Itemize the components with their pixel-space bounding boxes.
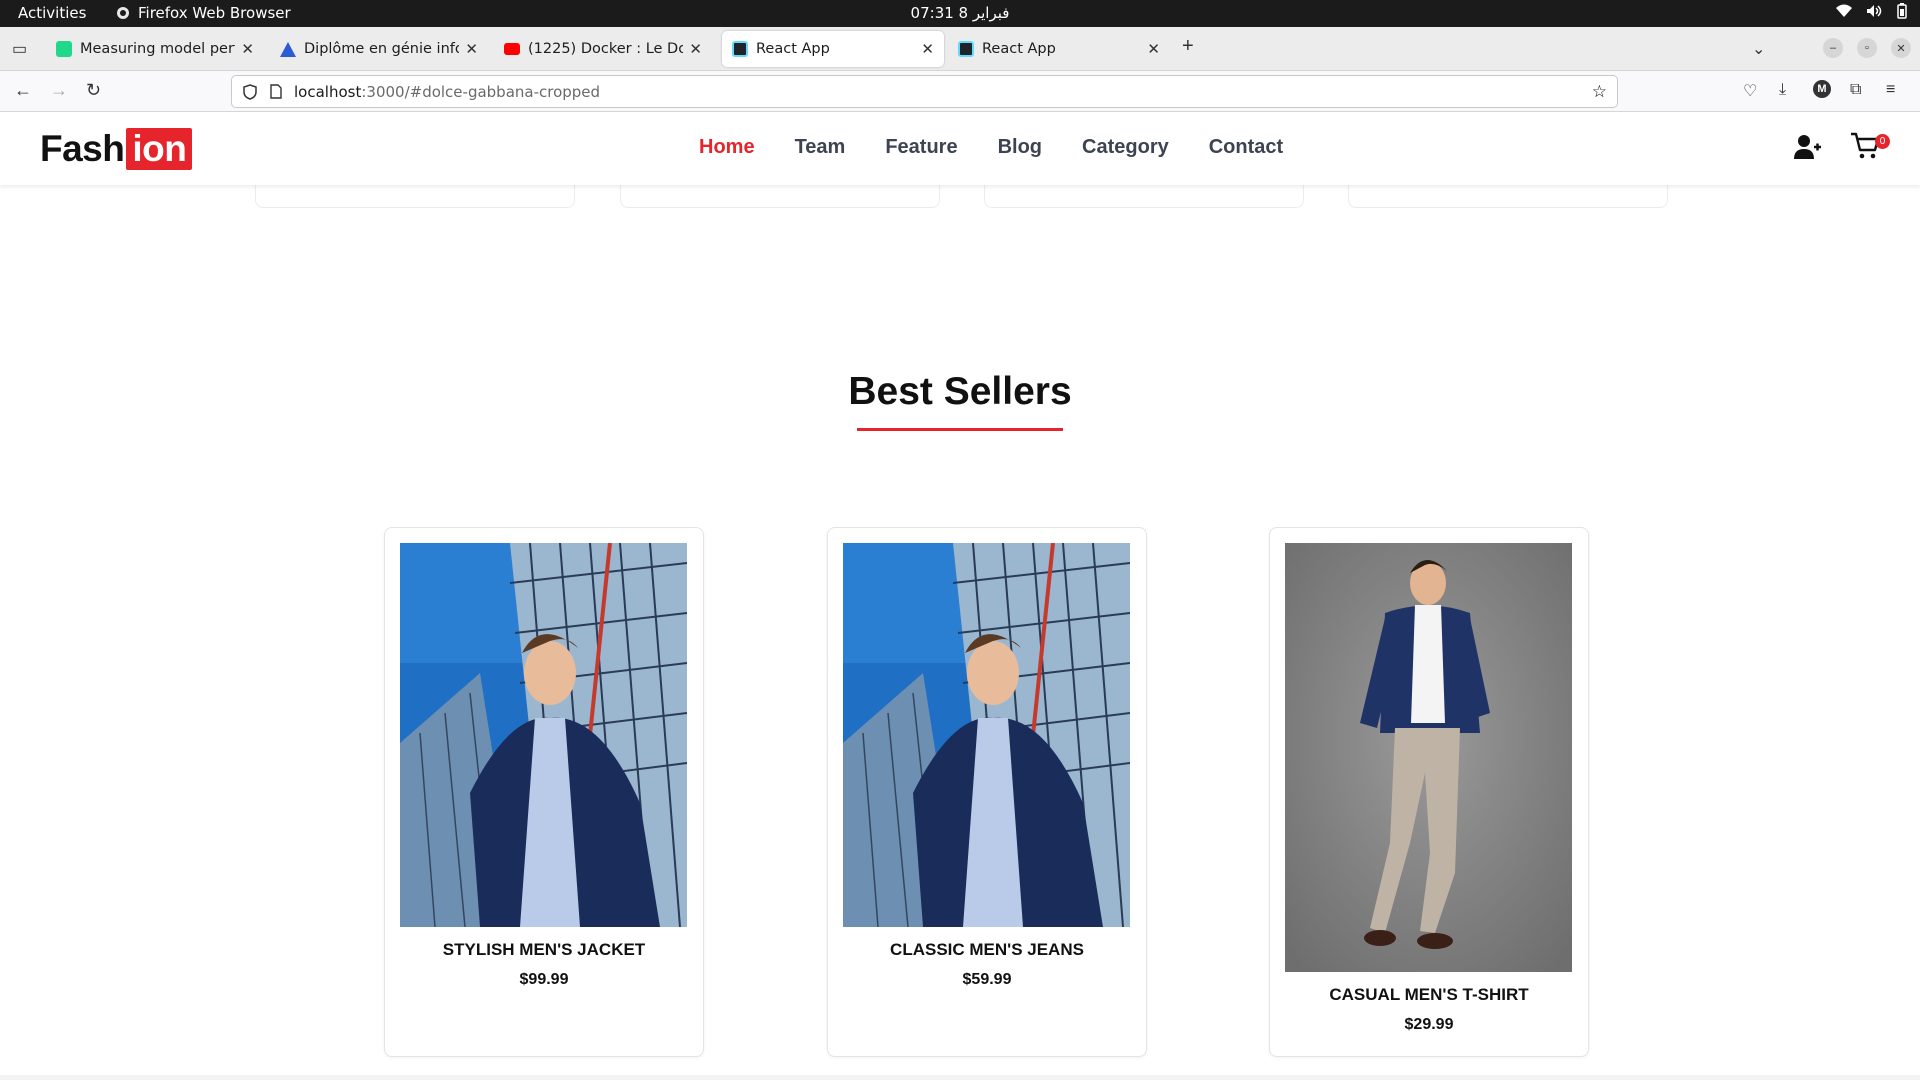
tab-docker-youtube[interactable]: (1225) Docker : Le Docke ✕ xyxy=(494,31,712,67)
close-tab-icon[interactable]: ✕ xyxy=(921,40,934,58)
product-name: STYLISH MEN'S JACKET xyxy=(442,940,646,959)
product-card[interactable]: CASUAL MEN'S T-SHIRT $29.99 xyxy=(1269,527,1589,1057)
nav-team[interactable]: Team xyxy=(795,136,846,159)
youtube-favicon-icon xyxy=(504,43,520,55)
product-name: CASUAL MEN'S T-SHIRT xyxy=(1329,985,1529,1004)
battery-icon xyxy=(1897,3,1907,19)
navigation-toolbar: ← → ↻ localhost:3000/#dolce-gabbana-crop… xyxy=(0,71,1920,112)
section-title: Best Sellers xyxy=(848,370,1072,413)
wifi-icon xyxy=(1836,4,1852,17)
product-image[interactable] xyxy=(843,543,1130,927)
cart-count-badge: 0 xyxy=(1875,134,1890,149)
close-tab-icon[interactable]: ✕ xyxy=(241,40,254,58)
product-price: $99.99 xyxy=(519,971,569,988)
title-underline xyxy=(857,428,1063,431)
react-favicon-icon xyxy=(958,41,974,57)
reload-icon[interactable]: ↻ xyxy=(86,80,101,101)
product-image[interactable] xyxy=(1285,543,1572,972)
pycharm-favicon-icon xyxy=(56,41,72,57)
system-top-bar: Activities Firefox Web Browser 07:31 8 ف… xyxy=(0,0,1920,27)
tab-bar: ▭ Measuring model perform ✕ Diplôme en g… xyxy=(0,27,1920,71)
product-image[interactable] xyxy=(400,543,687,927)
account-icon[interactable]: M xyxy=(1813,80,1831,98)
tab-react-app-active[interactable]: React App ✕ xyxy=(722,31,944,67)
new-tab-icon[interactable]: + xyxy=(1182,35,1194,58)
downloads-icon[interactable]: ⤓ xyxy=(1779,81,1786,99)
forward-arrow-icon[interactable]: → xyxy=(50,80,68,101)
pocket-icon[interactable]: ♡ xyxy=(1743,81,1757,101)
tab-measuring-model[interactable]: Measuring model perform ✕ xyxy=(46,31,264,67)
nav-category[interactable]: Category xyxy=(1082,136,1169,159)
main-nav: Home Team Feature Blog Category Contact xyxy=(699,136,1323,159)
tab-react-app[interactable]: React App ✕ xyxy=(948,31,1170,67)
close-window-icon[interactable]: ✕ xyxy=(1891,38,1911,58)
nav-contact[interactable]: Contact xyxy=(1209,136,1283,159)
maximize-icon[interactable]: ▫ xyxy=(1857,38,1877,58)
url-text[interactable]: localhost:3000/#dolce-gabbana-cropped xyxy=(294,83,600,101)
product-price: $59.99 xyxy=(962,971,1012,988)
page-icon[interactable] xyxy=(270,84,282,99)
tab-diplome[interactable]: Diplôme en génie inform ✕ xyxy=(270,31,488,67)
close-tab-icon[interactable]: ✕ xyxy=(465,40,478,58)
product-name: CLASSIC MEN'S JEANS xyxy=(890,940,1084,959)
clock[interactable]: 07:31 8 فبراير xyxy=(0,4,1920,22)
web-page: Fash ion Home Team Feature Blog Category … xyxy=(0,112,1920,1080)
volume-icon xyxy=(1867,5,1882,17)
url-bar[interactable]: localhost:3000/#dolce-gabbana-cropped ☆ xyxy=(231,75,1618,108)
nav-blog[interactable]: Blog xyxy=(998,136,1042,159)
add-user-icon[interactable] xyxy=(1794,134,1822,160)
react-favicon-icon xyxy=(732,41,748,57)
product-card[interactable]: STYLISH MEN'S JACKET $99.99 xyxy=(384,527,704,1057)
system-tray[interactable] xyxy=(1836,3,1908,19)
minimize-icon[interactable]: – xyxy=(1823,38,1843,58)
atlassian-favicon-icon xyxy=(280,41,296,57)
nav-feature[interactable]: Feature xyxy=(885,136,957,159)
menu-icon[interactable]: ≡ xyxy=(1886,81,1895,99)
logo[interactable]: Fash ion xyxy=(40,128,193,170)
tab-list-chevron-icon[interactable]: ⌄ xyxy=(1752,39,1765,59)
product-card[interactable]: CLASSIC MEN'S JEANS $59.99 xyxy=(827,527,1147,1057)
bookmark-star-icon[interactable]: ☆ xyxy=(1592,82,1607,102)
close-tab-icon[interactable]: ✕ xyxy=(1147,40,1160,58)
shield-icon[interactable] xyxy=(242,83,258,100)
product-price: $29.99 xyxy=(1404,1016,1454,1033)
section-divider xyxy=(0,1075,1920,1080)
back-arrow-icon[interactable]: ← xyxy=(14,80,32,101)
site-header: Fash ion Home Team Feature Blog Category … xyxy=(0,112,1920,185)
tab-overview-icon[interactable]: ▭ xyxy=(12,39,27,59)
extensions-icon[interactable]: ⧉ xyxy=(1850,81,1861,99)
close-tab-icon[interactable]: ✕ xyxy=(689,40,702,58)
nav-home[interactable]: Home xyxy=(699,136,755,159)
